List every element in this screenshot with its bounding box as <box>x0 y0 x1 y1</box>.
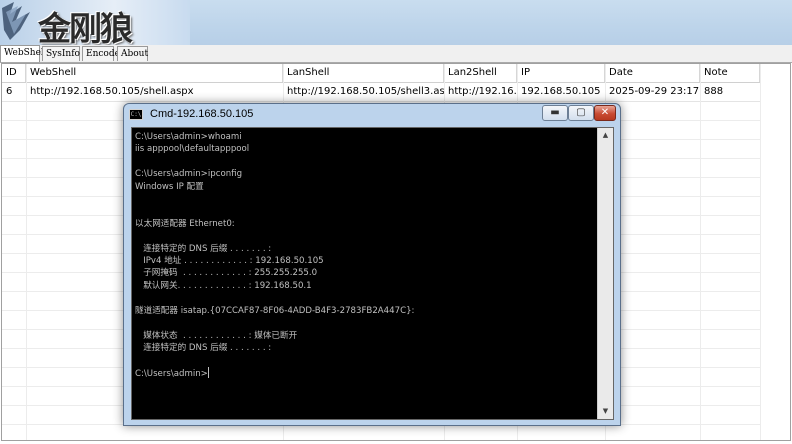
grid-header: ID WebShell LanShell Lan2Shell IP Date N… <box>2 64 760 83</box>
cmd-window-title: Cmd-192.168.50.105 <box>150 108 254 120</box>
console-output[interactable]: C:\Users\admin>whoami iis apppool\defaul… <box>131 127 614 420</box>
column-header-ip[interactable]: IP <box>517 64 605 82</box>
cell-id: 6 <box>6 86 13 97</box>
text-cursor <box>207 366 209 378</box>
console-icon: C:\ <box>129 109 143 120</box>
console-line: 子网掩码 . . . . . . . . . . . . : 255.255.2… <box>135 268 318 279</box>
column-header-date[interactable]: Date <box>605 64 700 82</box>
tab-encode[interactable]: Encode <box>82 46 120 61</box>
cell-webshell: http://192.168.50.105/shell.aspx <box>30 86 194 97</box>
console-line: Windows IP 配置 <box>135 181 204 192</box>
console-line: 默认网关. . . . . . . . . . . . . : 192.168.… <box>135 280 312 291</box>
cell-ip: 192.168.50.105 <box>521 86 601 97</box>
wolverine-claw-icon <box>2 2 30 40</box>
console-line: 媒体状态 . . . . . . . . . . . . : 媒体已断开 <box>135 330 298 341</box>
logo-text: 金刚狼 <box>38 9 133 48</box>
table-row[interactable]: 6 http://192.168.50.105/shell.aspx http:… <box>2 83 760 102</box>
cell-lan2shell: http://192.16... <box>448 86 517 97</box>
console-line: 连接特定的 DNS 后缀 . . . . . . . : <box>135 243 272 254</box>
tab-sysinfo[interactable]: SysInfo <box>42 46 80 61</box>
column-header-note[interactable]: Note <box>700 64 760 82</box>
tab-about[interactable]: About <box>117 46 148 61</box>
console-line: C:\Users\admin> <box>135 368 208 379</box>
console-scrollbar[interactable]: ▲ ▼ <box>597 128 613 419</box>
cell-date: 2025-09-29 23:17:19 <box>609 86 700 97</box>
column-header-webshell[interactable]: WebShell <box>26 64 283 82</box>
close-button[interactable]: ✕ <box>594 105 616 121</box>
minimize-button[interactable]: ▬ <box>542 105 568 121</box>
scroll-down-icon[interactable]: ▼ <box>598 404 613 419</box>
console-line: C:\Users\admin>whoami <box>135 132 242 142</box>
grid-column-line <box>26 64 27 440</box>
cmd-window-titlebar[interactable]: C:\ Cmd-192.168.50.105 ▬ ▢ ✕ <box>124 104 620 126</box>
console-text: C:\Users\admin>whoami iis apppool\defaul… <box>135 131 598 380</box>
column-header-lanshell[interactable]: LanShell <box>283 64 444 82</box>
logo: 金刚狼 <box>0 0 190 48</box>
column-header-id[interactable]: ID <box>2 64 26 82</box>
tab-webshell[interactable]: WebShell <box>0 45 47 62</box>
console-line: IPv4 地址 . . . . . . . . . . . . : 192.16… <box>135 256 324 267</box>
cell-note: 888 <box>704 86 724 97</box>
scroll-up-icon[interactable]: ▲ <box>598 128 613 143</box>
grid-column-line <box>760 64 761 440</box>
header-banner: 金刚狼 <box>0 0 792 48</box>
console-line: 以太网适配器 Ethernet0: <box>135 218 235 229</box>
tab-bar: WebShell SysInfo Encode About <box>0 45 792 63</box>
console-line: iis apppool\defaultapppool <box>135 144 250 155</box>
console-line: C:\Users\admin>ipconfig <box>135 169 243 180</box>
console-line: 连接特定的 DNS 后缀 . . . . . . . : <box>135 342 272 353</box>
console-line: 隧道适配器 isatap.{07CCAF87-8F06-4ADD-B4F3-27… <box>135 305 415 316</box>
column-header-lan2shell[interactable]: Lan2Shell <box>444 64 517 82</box>
grid-column-line <box>700 64 701 440</box>
cell-lanshell: http://192.168.50.105/shell3.aspx <box>287 86 444 97</box>
cmd-window[interactable]: C:\ Cmd-192.168.50.105 ▬ ▢ ✕ C:\Users\ad… <box>123 103 621 426</box>
maximize-button[interactable]: ▢ <box>568 105 594 121</box>
